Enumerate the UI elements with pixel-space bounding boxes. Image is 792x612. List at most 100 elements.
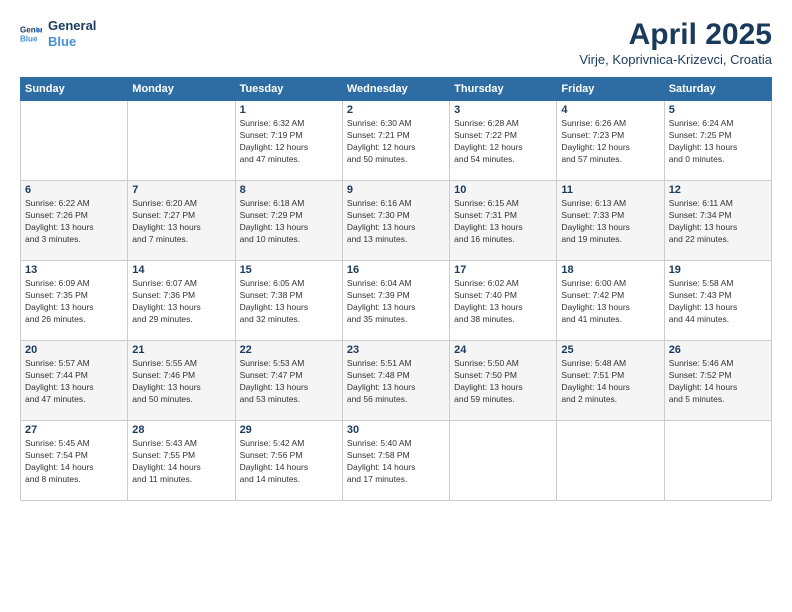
day-header-thursday: Thursday	[450, 78, 557, 101]
calendar-cell: 12 Sunrise: 6:11 AM Sunset: 7:34 PM Dayli…	[664, 181, 771, 261]
calendar-cell: 23Sunrise: 5:51 AM Sunset: 7:48 PM Dayli…	[342, 341, 449, 421]
day-number: 8	[240, 184, 338, 196]
day-header-saturday: Saturday	[664, 78, 771, 101]
day-info: Sunrise: 6:30 AM Sunset: 7:21 PM Dayligh…	[347, 118, 445, 166]
day-number: 19	[669, 264, 767, 276]
day-info: Sunrise: 6:20 AM Sunset: 7:27 PM Dayligh…	[132, 198, 230, 246]
day-number: 25	[561, 344, 659, 356]
day-header-wednesday: Wednesday	[342, 78, 449, 101]
day-number: 30	[347, 424, 445, 436]
calendar-cell: 2 Sunrise: 6:30 AM Sunset: 7:21 PM Daylig…	[342, 101, 449, 181]
day-number: 16	[347, 264, 445, 276]
day-number: 17	[454, 264, 552, 276]
day-info: Sunrise: 6:16 AM Sunset: 7:30 PM Dayligh…	[347, 198, 445, 246]
calendar-cell: 21 Sunrise: 5:55 AM Sunset: 7:46 PM Dayli…	[128, 341, 235, 421]
day-info: Sunrise: 5:57 AM Sunset: 7:44 PM Dayligh…	[25, 358, 123, 406]
calendar-cell: 6 Sunrise: 6:22 AM Sunset: 7:26 PM Daylig…	[21, 181, 128, 261]
day-header-friday: Friday	[557, 78, 664, 101]
title-area: April 2025 Virje, Koprivnica-Krizevci, C…	[579, 18, 772, 67]
day-info: Sunrise: 5:46 AM Sunset: 7:52 PM Dayligh…	[669, 358, 767, 406]
day-info: Sunrise: 5:45 AM Sunset: 7:54 PM Dayligh…	[25, 438, 123, 486]
svg-text:Blue: Blue	[20, 34, 38, 43]
day-number: 20	[25, 344, 123, 356]
day-number: 3	[454, 104, 552, 116]
day-info: Sunrise: 5:51 AM Sunset: 7:48 PM Dayligh…	[347, 358, 445, 406]
day-number: 7	[132, 184, 230, 196]
day-info: Sunrise: 5:50 AM Sunset: 7:50 PM Dayligh…	[454, 358, 552, 406]
logo-line1: General	[48, 18, 96, 34]
day-header-tuesday: Tuesday	[235, 78, 342, 101]
logo-icon: General Blue	[20, 23, 42, 45]
calendar-cell	[664, 421, 771, 501]
day-info: Sunrise: 5:53 AM Sunset: 7:47 PM Dayligh…	[240, 358, 338, 406]
day-number: 10	[454, 184, 552, 196]
calendar-cell: 17 Sunrise: 6:02 AM Sunset: 7:40 PM Dayli…	[450, 261, 557, 341]
day-number: 13	[25, 264, 123, 276]
day-number: 15	[240, 264, 338, 276]
day-info: Sunrise: 5:58 AM Sunset: 7:43 PM Dayligh…	[669, 278, 767, 326]
calendar-cell: 28Sunrise: 5:43 AM Sunset: 7:55 PM Dayli…	[128, 421, 235, 501]
calendar-cell: 8 Sunrise: 6:18 AM Sunset: 7:29 PM Daylig…	[235, 181, 342, 261]
calendar-page: General Blue General Blue April 2025 Vir…	[0, 0, 792, 612]
calendar-cell: 27 Sunrise: 5:45 AM Sunset: 7:54 PM Dayli…	[21, 421, 128, 501]
calendar-cell	[450, 421, 557, 501]
calendar-table: SundayMondayTuesdayWednesdayThursdayFrid…	[20, 77, 772, 501]
day-info: Sunrise: 6:05 AM Sunset: 7:38 PM Dayligh…	[240, 278, 338, 326]
day-info: Sunrise: 6:04 AM Sunset: 7:39 PM Dayligh…	[347, 278, 445, 326]
day-number: 2	[347, 104, 445, 116]
logo-line2: Blue	[48, 34, 96, 50]
calendar-cell: 4 Sunrise: 6:26 AM Sunset: 7:23 PM Daylig…	[557, 101, 664, 181]
calendar-cell: 24 Sunrise: 5:50 AM Sunset: 7:50 PM Dayli…	[450, 341, 557, 421]
day-info: Sunrise: 6:15 AM Sunset: 7:31 PM Dayligh…	[454, 198, 552, 246]
day-header-monday: Monday	[128, 78, 235, 101]
calendar-cell: 22 Sunrise: 5:53 AM Sunset: 7:47 PM Dayli…	[235, 341, 342, 421]
day-header-sunday: Sunday	[21, 78, 128, 101]
day-number: 6	[25, 184, 123, 196]
day-number: 11	[561, 184, 659, 196]
day-number: 14	[132, 264, 230, 276]
calendar-cell: 20 Sunrise: 5:57 AM Sunset: 7:44 PM Dayli…	[21, 341, 128, 421]
calendar-cell: 1 Sunrise: 6:32 AM Sunset: 7:19 PM Daylig…	[235, 101, 342, 181]
calendar-cell: 15 Sunrise: 6:05 AM Sunset: 7:38 PM Dayli…	[235, 261, 342, 341]
day-number: 5	[669, 104, 767, 116]
day-info: Sunrise: 5:48 AM Sunset: 7:51 PM Dayligh…	[561, 358, 659, 406]
day-info: Sunrise: 6:26 AM Sunset: 7:23 PM Dayligh…	[561, 118, 659, 166]
calendar-cell	[557, 421, 664, 501]
day-info: Sunrise: 6:11 AM Sunset: 7:34 PM Dayligh…	[669, 198, 767, 246]
day-number: 27	[25, 424, 123, 436]
day-info: Sunrise: 6:24 AM Sunset: 7:25 PM Dayligh…	[669, 118, 767, 166]
calendar-cell: 26Sunrise: 5:46 AM Sunset: 7:52 PM Dayli…	[664, 341, 771, 421]
calendar-cell: 19 Sunrise: 5:58 AM Sunset: 7:43 PM Dayli…	[664, 261, 771, 341]
day-info: Sunrise: 5:43 AM Sunset: 7:55 PM Dayligh…	[132, 438, 230, 486]
calendar-cell: 10 Sunrise: 6:15 AM Sunset: 7:31 PM Dayli…	[450, 181, 557, 261]
calendar-cell: 11Sunrise: 6:13 AM Sunset: 7:33 PM Dayli…	[557, 181, 664, 261]
day-info: Sunrise: 6:02 AM Sunset: 7:40 PM Dayligh…	[454, 278, 552, 326]
day-number: 4	[561, 104, 659, 116]
calendar-cell: 14 Sunrise: 6:07 AM Sunset: 7:36 PM Dayli…	[128, 261, 235, 341]
calendar-cell: 30Sunrise: 5:40 AM Sunset: 7:58 PM Dayli…	[342, 421, 449, 501]
day-number: 21	[132, 344, 230, 356]
calendar-cell: 25 Sunrise: 5:48 AM Sunset: 7:51 PM Dayli…	[557, 341, 664, 421]
calendar-cell: 7 Sunrise: 6:20 AM Sunset: 7:27 PM Daylig…	[128, 181, 235, 261]
calendar-cell: 9 Sunrise: 6:16 AM Sunset: 7:30 PM Daylig…	[342, 181, 449, 261]
day-info: Sunrise: 6:07 AM Sunset: 7:36 PM Dayligh…	[132, 278, 230, 326]
day-info: Sunrise: 5:42 AM Sunset: 7:56 PM Dayligh…	[240, 438, 338, 486]
calendar-cell	[128, 101, 235, 181]
day-number: 9	[347, 184, 445, 196]
day-info: Sunrise: 6:32 AM Sunset: 7:19 PM Dayligh…	[240, 118, 338, 166]
day-info: Sunrise: 6:00 AM Sunset: 7:42 PM Dayligh…	[561, 278, 659, 326]
day-number: 12	[669, 184, 767, 196]
calendar-cell: 13Sunrise: 6:09 AM Sunset: 7:35 PM Dayli…	[21, 261, 128, 341]
calendar-cell: 3 Sunrise: 6:28 AM Sunset: 7:22 PM Daylig…	[450, 101, 557, 181]
day-number: 18	[561, 264, 659, 276]
day-number: 29	[240, 424, 338, 436]
month-title: April 2025	[579, 18, 772, 52]
day-number: 24	[454, 344, 552, 356]
calendar-cell: 29 Sunrise: 5:42 AM Sunset: 7:56 PM Dayli…	[235, 421, 342, 501]
day-info: Sunrise: 5:55 AM Sunset: 7:46 PM Dayligh…	[132, 358, 230, 406]
day-info: Sunrise: 6:28 AM Sunset: 7:22 PM Dayligh…	[454, 118, 552, 166]
day-info: Sunrise: 6:22 AM Sunset: 7:26 PM Dayligh…	[25, 198, 123, 246]
day-number: 1	[240, 104, 338, 116]
day-number: 22	[240, 344, 338, 356]
day-info: Sunrise: 6:18 AM Sunset: 7:29 PM Dayligh…	[240, 198, 338, 246]
